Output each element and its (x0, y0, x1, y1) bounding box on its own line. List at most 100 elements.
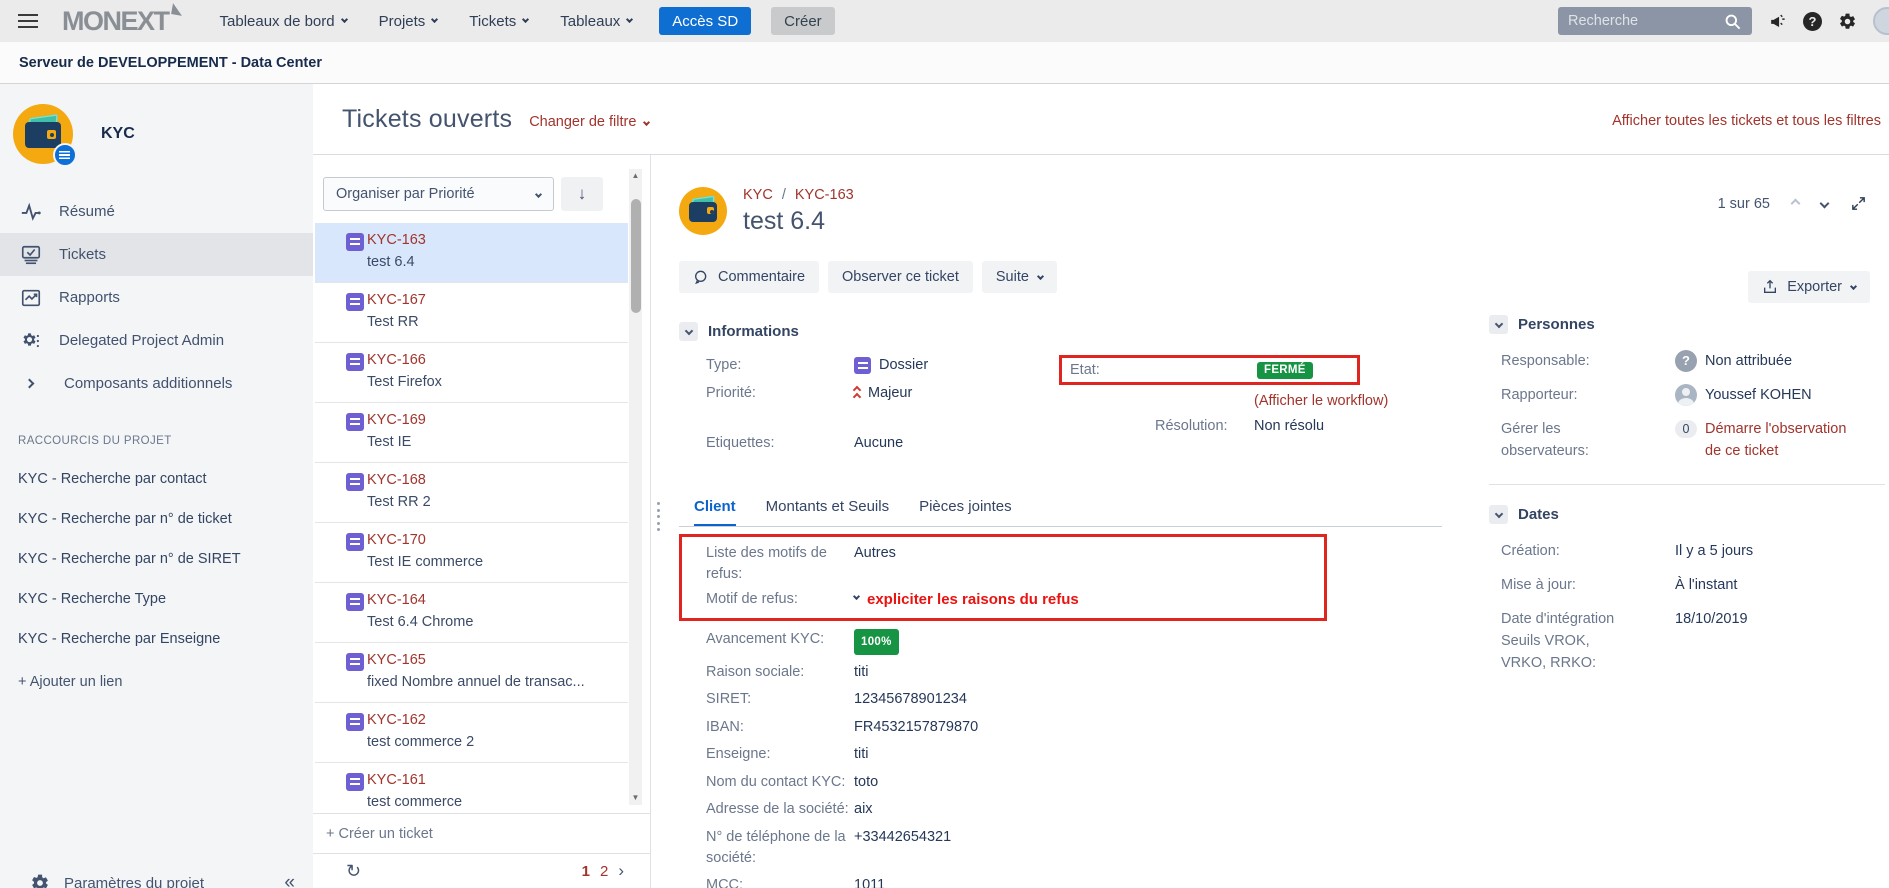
next-page-icon[interactable]: › (618, 861, 624, 881)
search-input[interactable] (1568, 13, 1723, 29)
page-title: Tickets ouverts (342, 105, 512, 134)
chevron-down-icon (535, 190, 542, 197)
logo-text: MONEXT (62, 6, 169, 36)
breadcrumb-project-link[interactable]: KYC (743, 187, 773, 203)
start-watching-link[interactable]: Démarre l'observation de ce ticket (1705, 418, 1855, 462)
ticket-list-item[interactable]: KYC-164Test 6.4 Chrome (315, 583, 628, 643)
ticket-summary: Test 6.4 Chrome (367, 614, 628, 636)
tab-montants-et-seuils[interactable]: Montants et Seuils (766, 498, 889, 526)
scroll-up-icon[interactable]: ▲ (629, 169, 642, 183)
help-icon[interactable]: ? (1803, 12, 1822, 31)
ticket-key[interactable]: KYC-164 (367, 592, 628, 614)
iban-value: FR4532157879870 (854, 717, 978, 738)
ticket-key[interactable]: KYC-165 (367, 652, 628, 674)
type-value: Dossier (854, 355, 928, 376)
shortcut-recherche-par-numero-siret[interactable]: KYC - Recherche par n° de SIRET (18, 551, 313, 567)
detail-pager: 1 sur 65 (1718, 195, 1867, 212)
show-all-tickets-link[interactable]: Afficher toutes les tickets et tous les … (1612, 113, 1881, 129)
refresh-icon[interactable]: ↻ (346, 861, 361, 882)
collapse-dates-icon[interactable] (1489, 505, 1508, 524)
show-workflow-link[interactable]: (Afficher le workflow) (1254, 393, 1388, 409)
project-settings-label[interactable]: Paramètres du projet (64, 875, 204, 888)
comment-bubble-icon (693, 269, 709, 285)
contact-kyc-value: toto (854, 772, 878, 793)
comment-button[interactable]: Commentaire (679, 261, 819, 293)
list-scrollbar[interactable]: ▲ ▼ (629, 169, 642, 805)
hamburger-menu-icon[interactable] (18, 14, 38, 28)
chevron-down-icon (341, 16, 348, 23)
ticket-list-item[interactable]: KYC-167Test RR (315, 283, 628, 343)
ticket-header: KYC / KYC-163 test 6.4 (679, 187, 1889, 236)
sidebar-item-composants-additionnels[interactable]: Composants additionnels (0, 362, 313, 405)
section-divider (1489, 484, 1885, 485)
collapse-people-icon[interactable] (1489, 315, 1508, 334)
collapse-informations-icon[interactable] (679, 322, 698, 341)
nav-tableaux-de-bord[interactable]: Tableaux de bord (209, 0, 358, 42)
panel-drag-handle[interactable] (657, 502, 660, 531)
nav-tickets[interactable]: Tickets (458, 0, 539, 42)
scrollbar-thumb[interactable] (631, 199, 641, 313)
page-1-link[interactable]: 1 (582, 863, 590, 880)
ticket-list-item[interactable]: KYC-170Test IE commerce (315, 523, 628, 583)
add-link-button[interactable]: + Ajouter un lien (18, 674, 313, 690)
sidebar-item-rapports[interactable]: Rapports (0, 276, 313, 319)
ticket-list-item[interactable]: KYC-169Test IE (315, 403, 628, 463)
expand-reason-icon[interactable] (853, 593, 860, 600)
nav-projets[interactable]: Projets (368, 0, 449, 42)
collapse-sidebar-icon[interactable]: « (284, 872, 295, 888)
tab-pieces-jointes[interactable]: Pièces jointes (919, 498, 1012, 526)
assignee-label: Responsable: (1489, 350, 1675, 372)
nav-tableaux[interactable]: Tableaux (549, 0, 643, 42)
ticket-list-item[interactable]: KYC-166Test Firefox (315, 343, 628, 403)
ticket-list-item[interactable]: KYC-163test 6.4 (315, 223, 628, 283)
breadcrumb-ticket-link[interactable]: KYC-163 (795, 187, 854, 203)
ticket-key[interactable]: KYC-167 (367, 292, 628, 314)
watch-ticket-button[interactable]: Observer ce ticket (828, 261, 973, 293)
export-button[interactable]: Exporter (1748, 271, 1870, 303)
user-avatar[interactable] (1873, 7, 1889, 35)
settings-gear-icon[interactable] (1838, 12, 1857, 31)
sidebar-item-tickets[interactable]: Tickets (0, 233, 313, 276)
shortcut-recherche-par-numero-ticket[interactable]: KYC - Recherche par n° de ticket (18, 511, 313, 527)
assignee-value: ?Non attribuée (1675, 350, 1792, 372)
shortcut-recherche-par-enseigne[interactable]: KYC - Recherche par Enseigne (18, 631, 313, 647)
sort-dropdown[interactable]: Organiser par Priorité (323, 177, 554, 211)
create-button[interactable]: Créer (771, 7, 835, 35)
ticket-list-item[interactable]: KYC-168Test RR 2 (315, 463, 628, 523)
ticket-list: KYC-163test 6.4 KYC-167Test RR KYC-166Te… (315, 223, 628, 846)
ticket-key[interactable]: KYC-166 (367, 352, 628, 374)
ticket-key[interactable]: KYC-161 (367, 772, 628, 794)
shortcut-recherche-type[interactable]: KYC - Recherche Type (18, 591, 313, 607)
next-ticket-icon[interactable] (1820, 199, 1830, 209)
siret-label: SIRET: (679, 689, 854, 710)
ticket-key[interactable]: KYC-163 (367, 232, 628, 254)
chevron-right-icon (25, 379, 35, 389)
ticket-key[interactable]: KYC-162 (367, 712, 628, 734)
expand-icon[interactable] (1850, 195, 1867, 212)
sort-direction-button[interactable]: ↓ (561, 177, 603, 211)
tickets-icon (20, 244, 42, 266)
sidebar-item-delegated-project-admin[interactable]: Delegated Project Admin (0, 319, 313, 362)
issue-type-icon (346, 293, 364, 311)
tab-client[interactable]: Client (694, 498, 736, 526)
monext-logo[interactable]: MONEXT (62, 6, 181, 37)
announcements-megaphone-icon[interactable] (1768, 12, 1787, 31)
ticket-key[interactable]: KYC-169 (367, 412, 628, 434)
search-box (1558, 7, 1752, 35)
acces-sd-button[interactable]: Accès SD (659, 7, 751, 35)
create-ticket-button[interactable]: + Créer un ticket (313, 813, 650, 854)
ticket-list-item[interactable]: KYC-162test commerce 2 (315, 703, 628, 763)
change-filter-link[interactable]: Changer de filtre (529, 114, 649, 130)
previous-ticket-icon[interactable] (1791, 199, 1801, 209)
more-actions-button[interactable]: Suite (982, 261, 1057, 293)
environment-banner-text: Serveur de DEVELOPPEMENT - Data Center (19, 55, 322, 71)
ticket-key[interactable]: KYC-170 (367, 532, 628, 554)
sidebar-item-resume[interactable]: Résumé (0, 190, 313, 233)
ticket-key[interactable]: KYC-168 (367, 472, 628, 494)
scroll-down-icon[interactable]: ▼ (629, 791, 642, 805)
mcc-value: 1011 (854, 875, 885, 888)
page-2-link[interactable]: 2 (600, 863, 608, 880)
ticket-list-item[interactable]: KYC-165fixed Nombre annuel de transac... (315, 643, 628, 703)
shortcut-recherche-par-contact[interactable]: KYC - Recherche par contact (18, 471, 313, 487)
ticket-summary: Test RR (367, 314, 628, 336)
